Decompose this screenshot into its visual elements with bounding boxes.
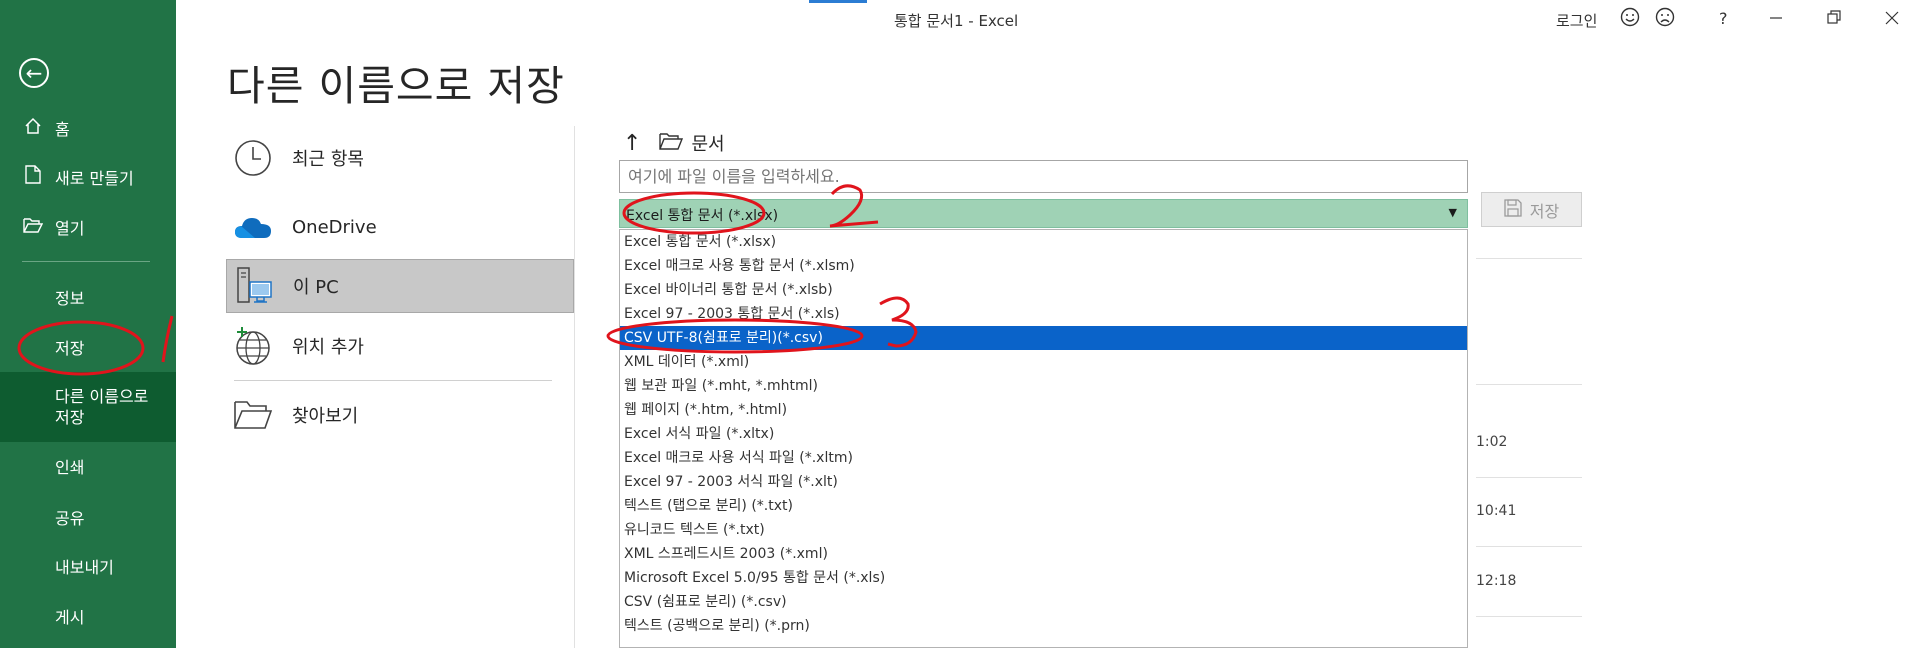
backstage-sidebar: ← 홈 새로 만들기 열기 정보 저장 다른 이름으로 저장 인쇄 공유 내보내…: [0, 0, 176, 648]
location-onedrive[interactable]: OneDrive: [226, 200, 574, 254]
filetype-option-xlsm[interactable]: Excel 매크로 사용 통합 문서 (*.xlsm): [620, 254, 1467, 278]
filetype-option-txt-unicode[interactable]: 유니코드 텍스트 (*.txt): [620, 518, 1467, 542]
location-recent-label: 최근 항목: [292, 149, 364, 170]
recent-time: 12:18: [1476, 573, 1517, 589]
recent-divider: [1476, 546, 1582, 547]
minimize-icon[interactable]: [1769, 7, 1783, 32]
recent-time: 10:41: [1476, 503, 1517, 519]
recent-time: 1:02: [1476, 434, 1508, 450]
nav-divider: [22, 261, 150, 262]
save-button[interactable]: 저장: [1481, 192, 1582, 227]
nav-home-label: 홈: [55, 120, 70, 139]
filetype-option-htm[interactable]: 웹 페이지 (*.htm, *.html): [620, 398, 1467, 422]
filetype-option-csv-utf8[interactable]: CSV UTF-8(쉼표로 분리)(*.csv): [620, 326, 1467, 350]
home-icon: [22, 117, 44, 140]
open-folder-icon: [22, 217, 44, 238]
breadcrumb: ↑ 문서: [623, 130, 725, 156]
filetype-option-xml[interactable]: XML 데이터 (*.xml): [620, 350, 1467, 374]
nav-open-label: 열기: [55, 219, 85, 238]
save-button-label: 저장: [1529, 201, 1560, 221]
filetype-option-xml-2003[interactable]: XML 스프레드시트 2003 (*.xml): [620, 542, 1467, 566]
nav-open[interactable]: 열기: [0, 213, 176, 241]
back-arrow-icon[interactable]: ←: [19, 58, 49, 88]
recent-divider: [1476, 616, 1582, 617]
frown-feedback-icon[interactable]: [1655, 7, 1675, 32]
window-title: 통합 문서1 - Excel: [894, 12, 1019, 30]
this-pc-icon: [234, 266, 274, 306]
filetype-option-xltx[interactable]: Excel 서식 파일 (*.xltx): [620, 422, 1467, 446]
nav-export[interactable]: 내보내기: [0, 552, 176, 580]
location-browse-label: 찾아보기: [292, 406, 359, 427]
location-recent[interactable]: 최근 항목: [226, 131, 574, 185]
filetype-selected-value: Excel 통합 문서 (*.xlsx): [626, 208, 779, 224]
nav-print[interactable]: 인쇄: [0, 452, 176, 480]
location-this-pc-label: 이 PC: [293, 277, 339, 298]
nav-save-as-label: 다른 이름으로 저장: [55, 387, 149, 427]
up-arrow-icon[interactable]: ↑: [623, 131, 641, 156]
filename-input[interactable]: [619, 160, 1468, 193]
dropdown-caret-icon: ▼: [1448, 206, 1457, 219]
nav-save-label: 저장: [55, 339, 85, 358]
nav-home[interactable]: 홈: [0, 114, 176, 142]
location-add-place-label: 위치 추가: [292, 337, 364, 358]
nav-save[interactable]: 저장: [0, 333, 176, 361]
nav-new-label: 새로 만들기: [55, 169, 134, 188]
filetype-option-csv[interactable]: CSV (쉼표로 분리) (*.csv): [620, 590, 1467, 614]
close-icon[interactable]: [1885, 7, 1899, 32]
smile-feedback-icon[interactable]: [1620, 7, 1640, 32]
add-location-globe-icon: [233, 326, 273, 366]
location-onedrive-label: OneDrive: [292, 216, 377, 238]
filetype-option-txt-tab[interactable]: 텍스트 (탭으로 분리) (*.txt): [620, 494, 1467, 518]
location-browse[interactable]: 찾아보기: [226, 388, 574, 442]
filetype-option-xlsb[interactable]: Excel 바이너리 통합 문서 (*.xlsb): [620, 278, 1467, 302]
nav-share[interactable]: 공유: [0, 503, 176, 531]
nav-new[interactable]: 새로 만들기: [0, 163, 176, 191]
folder-icon: [659, 132, 684, 155]
nav-share-label: 공유: [55, 509, 85, 528]
login-link[interactable]: 로그인: [1556, 10, 1597, 31]
location-this-pc[interactable]: 이 PC: [226, 259, 574, 313]
nav-save-as[interactable]: 다른 이름으로 저장: [0, 372, 176, 442]
panel-separator: [574, 126, 575, 648]
save-floppy-icon: [1504, 198, 1522, 221]
help-icon[interactable]: ?: [1719, 9, 1728, 28]
filetype-option-xlt[interactable]: Excel 97 - 2003 서식 파일 (*.xlt): [620, 470, 1467, 494]
filetype-option-xls97[interactable]: Excel 97 - 2003 통합 문서 (*.xls): [620, 302, 1467, 326]
browse-folder-icon: [233, 395, 273, 435]
locations-separator: [234, 380, 552, 381]
nav-export-label: 내보내기: [55, 558, 114, 577]
filetype-option-xls95[interactable]: Microsoft Excel 5.0/95 통합 문서 (*.xls): [620, 566, 1467, 590]
breadcrumb-folder[interactable]: 문서: [691, 130, 724, 156]
recent-divider: [1476, 384, 1582, 385]
filetype-select[interactable]: Excel 통합 문서 (*.xlsx) ▼: [619, 199, 1468, 228]
new-document-icon: [22, 165, 44, 189]
onedrive-cloud-icon: [233, 207, 273, 247]
filetype-option-xltm[interactable]: Excel 매크로 사용 서식 파일 (*.xltm): [620, 446, 1467, 470]
title-bar: 통합 문서1 - Excel 로그인 ?: [176, 0, 1910, 38]
nav-publish[interactable]: 게시: [0, 602, 176, 630]
filetype-option-mht[interactable]: 웹 보관 파일 (*.mht, *.mhtml): [620, 374, 1467, 398]
filetype-dropdown-list[interactable]: Excel 통합 문서 (*.xlsx) Excel 매크로 사용 통합 문서 …: [619, 229, 1468, 648]
restore-icon[interactable]: [1827, 7, 1841, 32]
nav-info-label: 정보: [55, 289, 85, 308]
nav-info[interactable]: 정보: [0, 283, 176, 311]
filetype-option-xlsx[interactable]: Excel 통합 문서 (*.xlsx): [620, 230, 1467, 254]
recent-divider: [1476, 258, 1582, 259]
title-accent-strip: [809, 0, 867, 3]
clock-icon: [233, 138, 273, 178]
recent-divider: [1476, 477, 1582, 478]
page-title: 다른 이름으로 저장: [227, 62, 565, 110]
nav-publish-label: 게시: [55, 608, 85, 627]
location-add-place[interactable]: 위치 추가: [226, 319, 574, 373]
nav-print-label: 인쇄: [55, 458, 85, 477]
filetype-option-prn[interactable]: 텍스트 (공백으로 분리) (*.prn): [620, 614, 1467, 638]
